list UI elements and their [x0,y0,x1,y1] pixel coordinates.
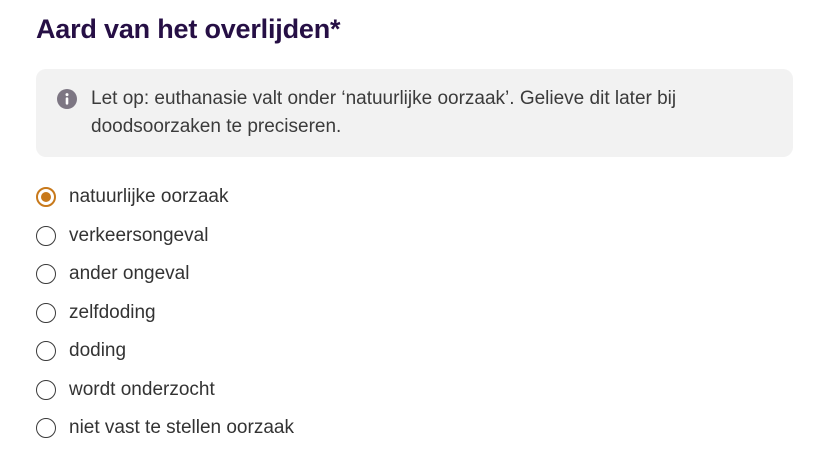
radio-button[interactable] [36,379,56,400]
radio-button[interactable] [36,341,56,362]
radio-option-label: wordt onderzocht [69,378,215,400]
radio-button[interactable] [36,302,56,323]
radio-option-zelfdoding[interactable]: zelfdoding [36,294,294,333]
radio-option-label: ander ongeval [69,263,190,285]
info-notice: Let op: euthanasie valt onder ‘natuurlij… [36,69,793,157]
radio-option-label: doding [69,340,127,362]
radio-option-label: natuurlijke oorzaak [69,186,229,208]
info-icon [57,89,77,109]
radio-option-label: zelfdoding [69,301,156,323]
radio-group-cause-of-death: natuurlijke oorzaak verkeersongeval ande… [36,178,294,448]
radio-button[interactable] [36,225,56,246]
info-text: Let op: euthanasie valt onder ‘natuurlij… [91,88,677,137]
radio-option-niet-vast-te-stellen-oorzaak[interactable]: niet vast te stellen oorzaak [36,409,294,448]
radio-button[interactable] [36,418,56,439]
radio-option-label: verkeersongeval [69,224,209,246]
radio-option-verkeersongeval[interactable]: verkeersongeval [36,217,294,256]
radio-option-natuurlijke-oorzaak[interactable]: natuurlijke oorzaak [36,178,294,217]
radio-option-label: niet vast te stellen oorzaak [69,417,294,439]
radio-option-ander-ongeval[interactable]: ander ongeval [36,255,294,294]
question-title: Aard van het overlijden* [36,14,341,44]
radio-option-wordt-onderzocht[interactable]: wordt onderzocht [36,371,294,410]
radio-button[interactable] [36,264,56,285]
radio-option-doding[interactable]: doding [36,332,294,371]
radio-button-selected[interactable] [36,187,56,208]
